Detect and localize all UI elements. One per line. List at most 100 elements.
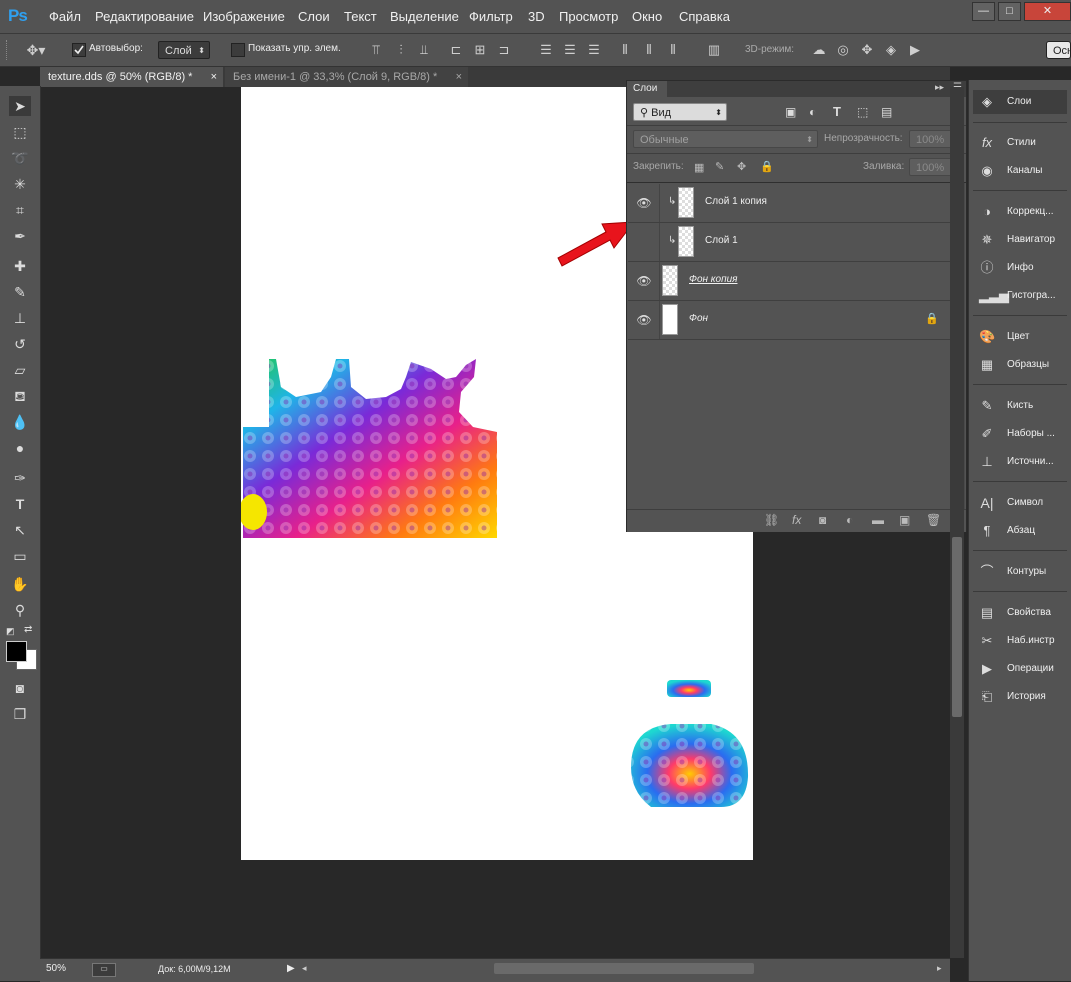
blend-mode-select[interactable]: Обычные ⬍ (633, 130, 818, 148)
adjustment-layer-icon[interactable]: ◐ (846, 513, 853, 527)
status-menu-arrow-icon[interactable]: ▶ (287, 963, 295, 974)
magic-wand-tool-icon[interactable]: ✳ (9, 174, 31, 194)
close-button[interactable]: ✕ (1024, 2, 1071, 21)
autoselect-checkbox[interactable] (72, 43, 86, 57)
menu-image[interactable]: Изображение (203, 9, 285, 24)
auto-align-icon[interactable]: ▥ (706, 42, 722, 58)
menu-file[interactable]: Файл (49, 9, 81, 24)
link-layers-icon[interactable]: ⛓ (764, 513, 779, 527)
quick-mask-icon[interactable]: ◙ (9, 678, 31, 698)
layer-row-copy[interactable]: 👁 ↳ Слой 1 копия (628, 184, 952, 223)
dock-item-actions[interactable]: ▶ Операции (973, 657, 1067, 681)
swap-colors-icon[interactable]: ⇄ (24, 624, 32, 635)
marquee-tool-icon[interactable]: ⬚ (9, 122, 31, 142)
dock-item-brush-presets[interactable]: ✐ Наборы ... (973, 422, 1067, 446)
layers-panel-tab[interactable]: Слои (627, 81, 667, 97)
autoselect-target-select[interactable]: Слой ⬍ (158, 41, 210, 59)
scroll-left-icon[interactable]: ◂ (302, 963, 307, 974)
menu-layers[interactable]: Слои (298, 9, 330, 24)
pen-tool-icon[interactable]: ✑ (9, 468, 31, 488)
foreground-color-swatch[interactable] (6, 641, 27, 662)
distribute-vcenter-icon[interactable]: ☰ (562, 42, 578, 58)
align-left-icon[interactable]: ⊏ (448, 42, 464, 58)
dock-item-tool-presets[interactable]: ✂ Наб.инстр (973, 629, 1067, 653)
menu-help[interactable]: Справка (679, 9, 730, 24)
trash-icon[interactable]: 🗑 (926, 513, 941, 527)
new-group-icon[interactable]: ▬ (872, 513, 884, 527)
eraser-tool-icon[interactable]: ▱ (9, 360, 31, 380)
menu-3d[interactable]: 3D (528, 9, 545, 24)
lock-all-icon[interactable]: 🔒 (760, 160, 774, 173)
lock-position-icon[interactable]: ✥ (737, 160, 746, 173)
healing-brush-tool-icon[interactable]: ✚ (9, 256, 31, 276)
menu-select[interactable]: Выделение (390, 9, 459, 24)
dock-item-clone-source[interactable]: ⊥ Источни... (973, 450, 1067, 474)
eyedropper-tool-icon[interactable]: ✒ (9, 226, 31, 246)
menu-window[interactable]: Окно (632, 9, 662, 24)
collapse-panel-icon[interactable]: ▸▸ (935, 82, 944, 93)
vertical-scroll-thumb[interactable] (952, 537, 962, 717)
tab-untitled[interactable]: Без имени-1 @ 33,3% (Слой 9, RGB/8) * × (225, 67, 468, 87)
lasso-tool-icon[interactable]: ➰ (9, 148, 31, 168)
default-colors-icon[interactable]: ◩ (6, 626, 16, 636)
roll-3d-icon[interactable]: ◎ (835, 42, 851, 58)
slide-3d-icon[interactable]: ◈ (883, 42, 899, 58)
show-transform-checkbox[interactable] (231, 43, 245, 57)
move-tool-icon[interactable]: ➤ (9, 96, 31, 116)
brush-tool-icon[interactable]: ✎ (9, 282, 31, 302)
rectangle-tool-icon[interactable]: ▭ (9, 546, 31, 566)
drag-3d-icon[interactable]: ✥ (859, 42, 875, 58)
maximize-button[interactable]: □ (998, 2, 1021, 21)
filter-pixel-icon[interactable]: ▣ (785, 105, 796, 119)
dock-item-channels[interactable]: ◉ Каналы (973, 159, 1067, 183)
horizontal-scroll-thumb[interactable] (494, 963, 754, 974)
layer-row-bg-copy[interactable]: 👁 Фон копия (628, 262, 952, 301)
move-tool-preset-icon[interactable]: ✥▾ (24, 42, 48, 58)
distribute-left-icon[interactable]: ⫴ (617, 42, 633, 58)
menu-edit[interactable]: Редактирование (95, 9, 194, 24)
distribute-bottom-icon[interactable]: ☰ (586, 42, 602, 58)
layer-filter-select[interactable]: ⚲ Вид ⬍ (633, 103, 727, 121)
visibility-eye-icon[interactable]: 👁 (636, 313, 652, 327)
visibility-eye-icon[interactable]: 👁 (636, 196, 652, 210)
layer-row-bg[interactable]: 👁 Фон 🔒 (628, 301, 952, 340)
tab-close-icon[interactable]: × (456, 67, 462, 87)
distribute-hcenter-icon[interactable]: ⫴ (641, 42, 657, 58)
visibility-eye-icon[interactable]: · (636, 235, 652, 249)
distribute-top-icon[interactable]: ☰ (538, 42, 554, 58)
distribute-right-icon[interactable]: ⫴ (665, 42, 681, 58)
history-brush-tool-icon[interactable]: ↺ (9, 334, 31, 354)
lock-transparency-icon[interactable]: ▦ (694, 161, 704, 174)
dock-item-swatches[interactable]: ▦ Образцы (973, 353, 1067, 377)
type-tool-icon[interactable]: T (9, 494, 31, 514)
zoom-level[interactable]: 50% (46, 963, 66, 974)
dock-item-info[interactable]: ⓘ Инфо (973, 256, 1067, 280)
align-top-icon[interactable]: ⫪ (368, 42, 384, 58)
align-right-icon[interactable]: ⊐ (496, 42, 512, 58)
layer-row-layer1[interactable]: · ↳ Слой 1 (628, 223, 952, 262)
dock-item-paragraph[interactable]: ¶ Абзац (973, 519, 1067, 543)
scroll-right-icon[interactable]: ▸ (937, 963, 942, 974)
align-hcenter-icon[interactable]: ⊞ (472, 42, 488, 58)
dock-item-brush[interactable]: ✎ Кисть (973, 394, 1067, 418)
visibility-eye-icon[interactable]: 👁 (636, 274, 652, 288)
hand-tool-icon[interactable]: ✋ (9, 574, 31, 594)
tab-close-icon[interactable]: × (211, 67, 217, 87)
dock-item-layers[interactable]: ◈ Слои (973, 90, 1067, 114)
lock-pixels-icon[interactable]: ✎ (715, 160, 724, 173)
add-mask-icon[interactable]: ◙ (819, 513, 826, 527)
fx-icon[interactable]: fx (792, 513, 801, 527)
new-layer-icon[interactable]: ▣ (899, 513, 910, 527)
dock-item-paths[interactable]: ⌒ Контуры (973, 560, 1067, 584)
dock-item-styles[interactable]: fx Стили (973, 131, 1067, 155)
dock-item-adjustments[interactable]: ◑ Коррекц... (973, 200, 1067, 224)
dodge-tool-icon[interactable]: ● (9, 438, 31, 458)
filter-adjustment-icon[interactable]: ◐ (809, 105, 816, 119)
rotate-3d-icon[interactable]: ☁ (811, 42, 827, 58)
filter-smartobject-icon[interactable]: ▤ (881, 105, 892, 119)
filter-shape-icon[interactable]: ⬚ (857, 105, 868, 119)
paint-bucket-tool-icon[interactable]: ⛾ (9, 386, 31, 406)
crop-tool-icon[interactable]: ⌗ (9, 200, 31, 220)
dock-item-navigator[interactable]: ✵ Навигатор (973, 228, 1067, 252)
path-selection-tool-icon[interactable]: ↖ (9, 520, 31, 540)
